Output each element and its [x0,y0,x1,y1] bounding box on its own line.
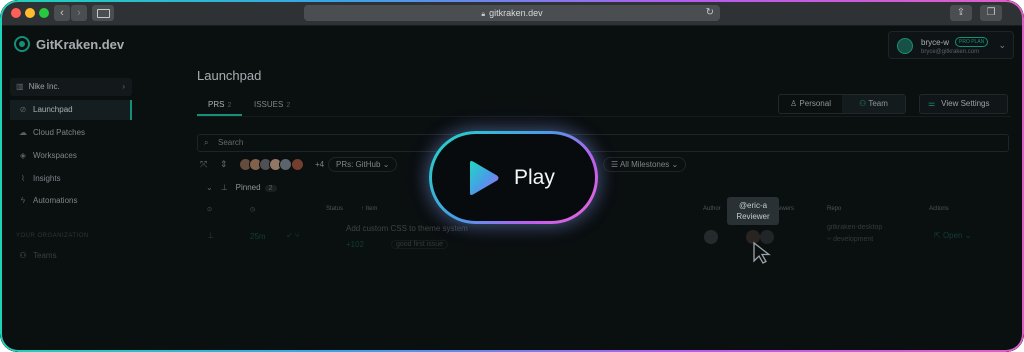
tooltip-user: @eric-a [738,201,768,210]
forward-button[interactable]: › [71,5,87,21]
back-button[interactable]: ‹ [54,5,70,21]
reviewer-tooltip: @eric-a Reviewer [727,197,779,225]
video-thumbnail: ‹ › 🔒︎ gitkraken.dev ↻ ⇪ ❐ GitKraken.dev … [0,0,1024,352]
tabs-overview-icon[interactable]: ❐ [980,5,1002,21]
close-window-button[interactable] [11,8,21,18]
maximize-window-button[interactable] [39,8,49,18]
share-icon[interactable]: ⇪ [950,5,972,21]
sidebar-toggle-icon[interactable] [92,5,114,21]
play-button-body: Play [432,134,595,221]
lock-icon: 🔒︎ [481,11,486,18]
play-button[interactable]: Play [429,131,598,224]
play-icon [470,161,499,195]
play-label: Play [514,166,555,189]
address-bar[interactable]: 🔒︎ gitkraken.dev ↻ [304,5,720,21]
url-text: gitkraken.dev [489,8,543,18]
mouse-pointer-icon [753,241,771,264]
reload-icon[interactable]: ↻ [706,5,714,21]
minimize-window-button[interactable] [25,8,35,18]
tooltip-role: Reviewer [736,212,770,221]
browser-toolbar: ‹ › 🔒︎ gitkraken.dev ↻ ⇪ ❐ [0,0,1024,26]
